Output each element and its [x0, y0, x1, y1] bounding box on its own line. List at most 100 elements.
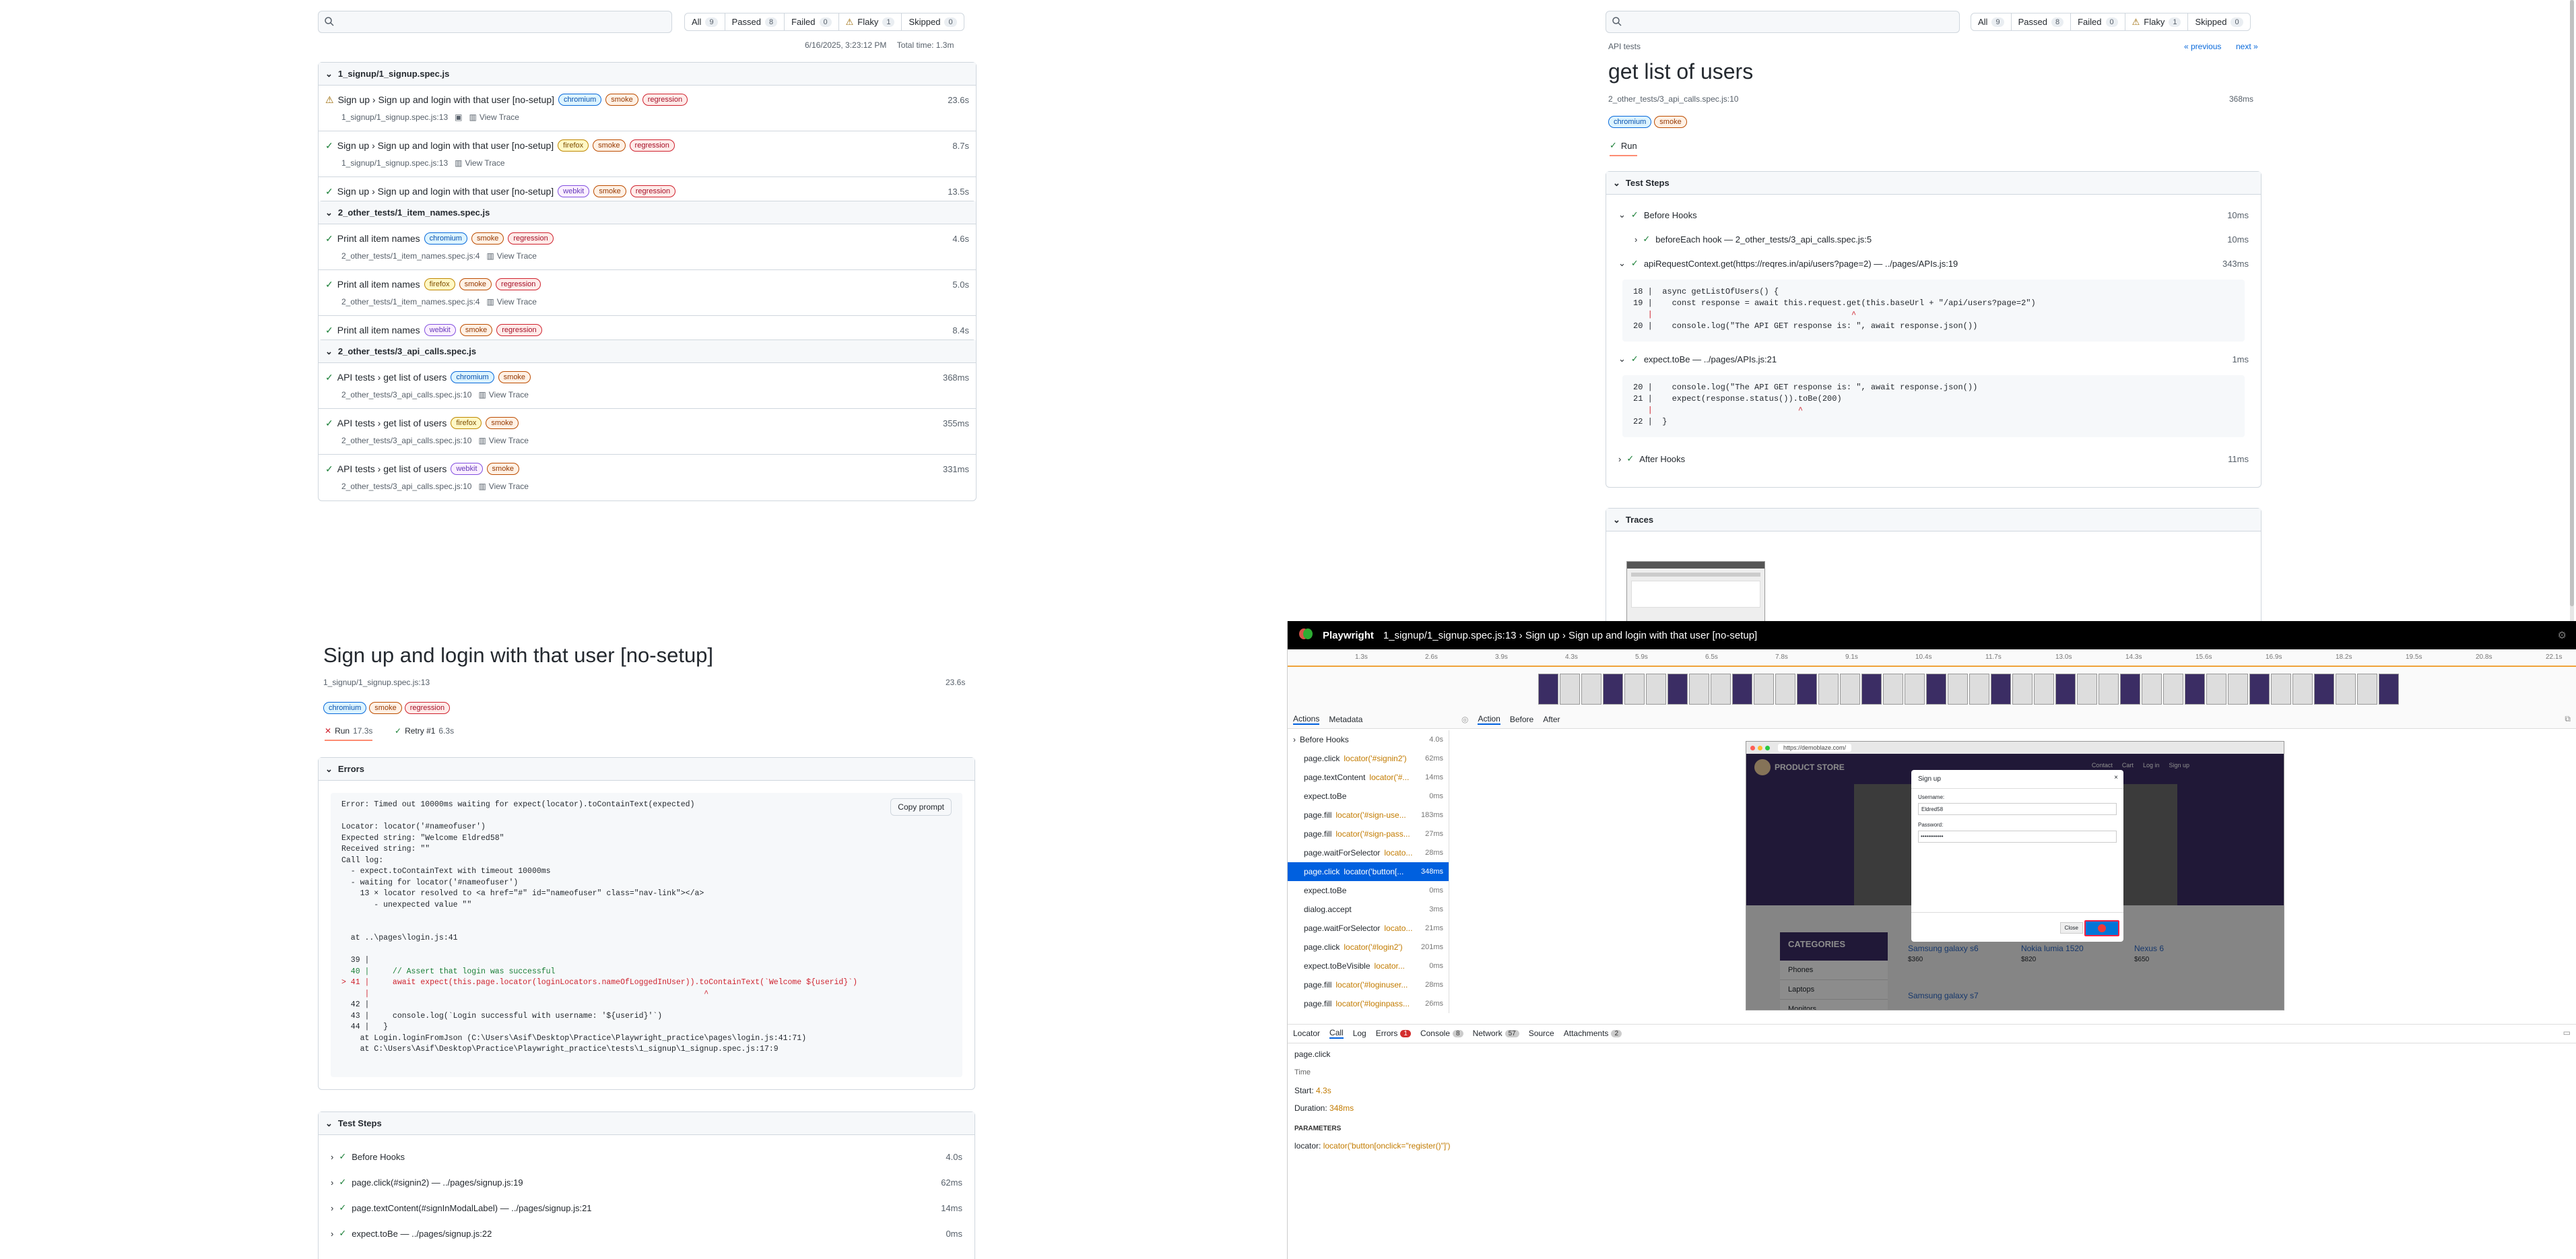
action-item[interactable]: page.fill locator('#sign-pass... 27ms: [1288, 825, 1449, 843]
breadcrumb[interactable]: API tests: [1608, 42, 1641, 51]
step-before-hooks[interactable]: › ✓ Before Hooks 4.0s: [331, 1149, 962, 1165]
action-item[interactable]: expect.toBe 0ms: [1288, 787, 1449, 806]
test-title[interactable]: Print all item names: [337, 279, 420, 290]
prev-link[interactable]: « previous: [2184, 42, 2221, 51]
test-row[interactable]: ✓ API tests › get list of users firefox smo…: [319, 409, 976, 455]
view-trace-link[interactable]: ▥View Trace: [455, 158, 504, 168]
test-title[interactable]: API tests › get list of users: [337, 418, 447, 428]
close-icon[interactable]: ×: [2114, 774, 2118, 781]
action-item[interactable]: page.waitForSelector locato... 21ms: [1288, 919, 1449, 938]
action-item[interactable]: page.fill locator('#sign-use... 183ms: [1288, 806, 1449, 825]
test-steps-header[interactable]: ⌄ Test Steps: [1606, 172, 2261, 195]
tag-badge[interactable]: smoke: [369, 702, 402, 714]
password-field[interactable]: ••••••••••••: [1918, 831, 2117, 843]
tag-badge[interactable]: firefox: [558, 139, 589, 152]
tag-badge[interactable]: regression: [496, 278, 541, 290]
step-api-get[interactable]: ⌄ ✓ apiRequestContext.get(https://reqres.i…: [1618, 255, 2249, 271]
search-input[interactable]: [318, 11, 672, 33]
test-title[interactable]: API tests › get list of users: [337, 372, 447, 383]
copy-prompt-button[interactable]: Copy prompt: [890, 798, 952, 816]
tag-badge[interactable]: smoke: [593, 185, 626, 197]
action-item[interactable]: dialog.accept 3ms: [1288, 900, 1449, 919]
step-expect[interactable]: › ✓ expect.toBe — ../pages/signup.js:22 0ms: [331, 1225, 962, 1241]
search-input-right[interactable]: [1606, 11, 1960, 33]
tag-badge[interactable]: regression: [404, 702, 451, 714]
test-row[interactable]: ✓ Sign up › Sign up and login with that u…: [319, 131, 976, 177]
test-steps-header[interactable]: ⌄ Test Steps: [319, 1112, 975, 1135]
tag-badge[interactable]: chromium: [558, 94, 602, 106]
action-item[interactable]: expect.toBe 0ms: [1288, 881, 1449, 900]
view-trace-link[interactable]: ▥View Trace: [478, 482, 528, 491]
tab-action[interactable]: Action: [1478, 714, 1500, 725]
tab-before[interactable]: Before: [1510, 715, 1533, 724]
view-trace-link[interactable]: ▥View Trace: [478, 436, 528, 445]
test-title[interactable]: Print all item names: [337, 325, 420, 335]
close-button[interactable]: Close: [2059, 922, 2083, 934]
step-after-hooks[interactable]: › ✓ After Hooks 11ms: [1618, 451, 2249, 467]
tag-badge[interactable]: smoke: [459, 278, 492, 290]
tab-attachments[interactable]: Attachments 2: [1564, 1029, 1622, 1038]
filter-failed[interactable]: Failed 0: [2071, 13, 2125, 30]
tab-network[interactable]: Network 57: [1473, 1029, 1519, 1038]
tag-badge[interactable]: smoke: [1654, 116, 1687, 128]
view-trace-link[interactable]: ▥View Trace: [478, 390, 528, 399]
tag-badge[interactable]: chromium: [424, 232, 467, 245]
tag-badge[interactable]: regression: [630, 185, 676, 197]
test-row[interactable]: ✓ API tests › get list of users chromium sm…: [319, 363, 976, 409]
errors-header[interactable]: ⌄ Errors: [319, 758, 975, 781]
action-item[interactable]: page.textContent locator('#... 14ms: [1288, 768, 1449, 787]
tab-source[interactable]: Source: [1529, 1029, 1554, 1038]
image-icon[interactable]: ▣: [455, 112, 462, 122]
tag-badge[interactable]: smoke: [486, 417, 519, 429]
tab-actions[interactable]: Actions: [1293, 714, 1320, 725]
tab-run[interactable]: ✕ Run 17.3s: [325, 726, 373, 741]
tab-log[interactable]: Log: [1353, 1029, 1366, 1038]
action-item[interactable]: page.click locator('button[... 348ms: [1288, 862, 1449, 881]
tag-badge[interactable]: regression: [629, 139, 675, 152]
tag-badge[interactable]: smoke: [459, 324, 493, 336]
tag-badge[interactable]: webkit: [451, 463, 483, 475]
external-link-icon[interactable]: ⧉: [2565, 714, 2571, 724]
test-row[interactable]: ✓ Print all item names chromium smoke regres…: [319, 224, 976, 270]
trace-thumbnail[interactable]: [1626, 561, 1765, 622]
action-item[interactable]: page.fill locator('#loginpass... 26ms: [1288, 994, 1449, 1013]
view-trace-link[interactable]: ▥View Trace: [469, 112, 519, 122]
test-row[interactable]: ✓ API tests › get list of users webkit smok…: [319, 455, 976, 501]
step-click-signin[interactable]: › ✓ page.click(#signin2) — ../pages/signup…: [331, 1174, 962, 1190]
filter-failed[interactable]: Failed 0: [785, 13, 839, 30]
tag-badge[interactable]: chromium: [323, 702, 367, 714]
tag-badge[interactable]: smoke: [486, 463, 519, 475]
scrollbar[interactable]: [2570, 0, 2574, 621]
signup-submit-button[interactable]: [2084, 920, 2119, 936]
filter-flaky[interactable]: ⚠ Flaky 1: [839, 13, 902, 30]
step-before-each[interactable]: › ✓ beforeEach hook — 2_other_tests/3_api_…: [1634, 231, 2249, 247]
step-before-hooks[interactable]: ⌄ ✓ Before Hooks 10ms: [1618, 207, 2249, 223]
filter-passed[interactable]: Passed 8: [2012, 13, 2072, 30]
tab-after[interactable]: After: [1543, 715, 1560, 724]
tag-badge[interactable]: chromium: [451, 371, 494, 383]
action-item[interactable]: page.click locator('#login2') 201ms: [1288, 938, 1449, 957]
filter-skipped[interactable]: Skipped 0: [902, 13, 963, 30]
tag-badge[interactable]: webkit: [424, 324, 456, 336]
test-row[interactable]: ✓ Print all item names firefox smoke regress…: [319, 270, 976, 316]
tag-badge[interactable]: firefox: [424, 278, 455, 290]
tab-locator[interactable]: Locator: [1293, 1029, 1320, 1038]
target-icon[interactable]: ◎: [1461, 715, 1468, 724]
step-expect[interactable]: ⌄ ✓ expect.toBe — ../pages/APIs.js:21 1ms: [1618, 351, 2249, 367]
action-item[interactable]: page.click locator('#signin2') 62ms: [1288, 749, 1449, 768]
tag-badge[interactable]: regression: [508, 232, 554, 245]
view-trace-link[interactable]: ▥View Trace: [486, 251, 536, 261]
file-header[interactable]: ⌄ 2_other_tests/1_item_names.spec.js: [319, 201, 976, 224]
tag-badge[interactable]: webkit: [558, 185, 590, 197]
file-header[interactable]: ⌄ 2_other_tests/3_api_calls.spec.js: [319, 340, 976, 363]
action-item[interactable]: › Before Hooks 4.0s: [1288, 730, 1449, 749]
test-title[interactable]: Sign up › Sign up and login with that us…: [338, 94, 554, 105]
test-title[interactable]: Sign up › Sign up and login with that us…: [337, 186, 554, 197]
tab-errors[interactable]: Errors 1: [1376, 1029, 1411, 1038]
traces-header[interactable]: ⌄ Traces: [1606, 509, 2261, 531]
filter-all[interactable]: All 9: [1971, 13, 2012, 30]
tab-retry[interactable]: ✓ Retry #1 6.3s: [395, 726, 454, 736]
tab-run[interactable]: ✓ Run: [1610, 140, 1637, 156]
filter-passed[interactable]: Passed 8: [725, 13, 785, 30]
action-item[interactable]: page.fill locator('#loginuser... 28ms: [1288, 975, 1449, 994]
